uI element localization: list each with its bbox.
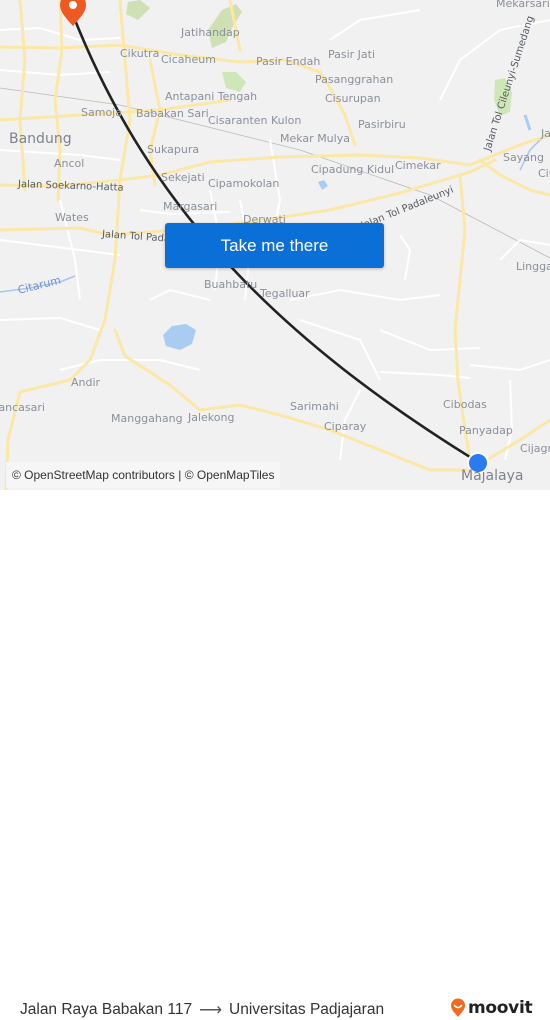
place-label: Manggahang [111, 412, 183, 425]
place-label: Mekar Mulya [280, 132, 350, 145]
place-label: Pasir Jati [328, 48, 376, 61]
pond [318, 180, 328, 190]
place-label: Pasirbiru [358, 118, 406, 131]
place-label: Antapani Tengah [165, 90, 258, 103]
pond [523, 114, 532, 131]
park-area [222, 72, 246, 92]
lake [163, 324, 196, 350]
place-label: Margasari [163, 200, 218, 213]
place-label: Pasir Endah [256, 55, 321, 68]
place-label: Ja [541, 127, 550, 140]
place-label: Bandung [9, 131, 72, 147]
place-label: Panyadap [459, 424, 513, 437]
place-label: Andir [71, 376, 101, 389]
place-label: Sukapura [147, 143, 200, 156]
place-label: Cimekar [395, 159, 441, 172]
place-label: Ciparay [324, 420, 367, 433]
place-label: Cipamokolan [208, 177, 280, 190]
place-label: Cipadung Kidul [311, 163, 395, 176]
place-label: Majalaya [461, 468, 524, 484]
take-me-there-button[interactable]: Take me there [165, 223, 384, 268]
moovit-logo[interactable]: moovit [450, 998, 533, 1018]
place-label: Cijagra [520, 442, 550, 455]
map-attribution[interactable]: © OpenStreetMap contributors | © OpenMap… [6, 462, 281, 488]
moovit-wordmark: moovit [468, 998, 533, 1018]
map-canvas[interactable]: Mekarsari Jatihandap Cikutra Cicaheum Pa… [0, 0, 550, 490]
place-label: Wates [55, 211, 89, 224]
place-label: Sarimahi [290, 400, 339, 413]
place-label: Rancasari [0, 401, 45, 414]
place-label: Jatihandap [181, 26, 240, 39]
place-label: Babakan Sari [136, 107, 209, 120]
place-label: Cisurupan [325, 92, 381, 105]
place-label: Sayang [503, 151, 544, 164]
origin-label: Jalan Raya Babakan 117 [20, 1001, 193, 1018]
route-summary: Jalan Raya Babakan 117 ⟶ Universitas Pad… [20, 1000, 384, 1020]
place-label: Mekarsari [496, 0, 550, 10]
arrow-right-icon: ⟶ [199, 1002, 222, 1019]
place-label: Samoja [81, 106, 122, 119]
footer-bar: Jalan Raya Babakan 117 ⟶ Universitas Pad… [0, 490, 550, 1019]
moovit-pin-icon [451, 998, 465, 1017]
place-label: Cis [538, 167, 550, 180]
place-label: Sekejati [161, 171, 205, 184]
destination-label: Universitas Padjajaran [229, 1001, 385, 1018]
place-label: Tegalluar [260, 287, 310, 300]
place-label: Jalekong [188, 411, 235, 424]
place-label: Linggar [516, 260, 550, 273]
place-label: Cikutra [120, 47, 160, 60]
place-label: Cisaranten Kulon [208, 114, 302, 127]
place-label: Cicaheum [161, 53, 216, 66]
park-area [126, 0, 150, 20]
place-label: Ancol [54, 157, 85, 170]
place-label: Pasanggrahan [315, 73, 394, 86]
place-label: Buahbatu [204, 278, 258, 291]
destination-pin-icon[interactable] [60, 0, 86, 26]
place-label: Cibodas [443, 398, 487, 411]
